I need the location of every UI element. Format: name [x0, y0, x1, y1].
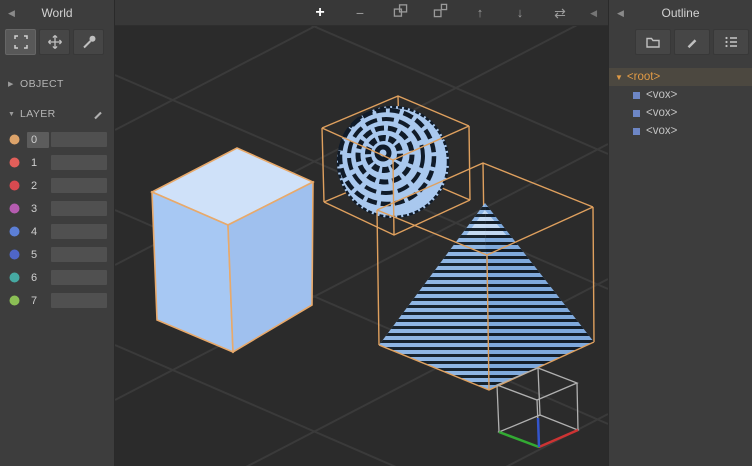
world-panel: ◀ World ▶ OBJECT ▼ LAYER 0 1 2 3 4 5 6 7: [0, 0, 115, 466]
layer-number: 5: [31, 248, 38, 261]
subtract-button[interactable]: −: [350, 0, 370, 26]
object-section-label: OBJECT: [20, 78, 64, 90]
outline-panel: ◀ Outline ▼ <root> <vox> <vox> <vox>: [608, 0, 752, 466]
layer-number: 2: [31, 179, 38, 192]
layer-color-dot: [9, 226, 20, 237]
outline-tree: ▼ <root> <vox> <vox> <vox>: [609, 68, 752, 140]
axis-x-line: [538, 428, 579, 449]
layer-section-label: LAYER: [20, 108, 56, 120]
layer-name-field[interactable]: [51, 293, 107, 308]
vox-bullet-icon: [633, 109, 640, 117]
layer-edit-pencil-icon[interactable]: [92, 108, 104, 120]
layer-collapse-triangle-icon: ▼: [8, 110, 16, 118]
layer-row-6[interactable]: 6: [0, 266, 114, 289]
pen-icon: [685, 35, 699, 49]
layer-color-dot: [9, 157, 20, 168]
layer-color-dot: [9, 249, 20, 260]
move-down-button[interactable]: ↓: [510, 0, 530, 26]
collapse-left-panel-icon[interactable]: ◀: [5, 0, 18, 26]
layer-color-dot: [9, 295, 20, 306]
object-collapse-triangle-icon: ▶: [8, 81, 14, 88]
root-node-label: <root>: [626, 71, 661, 83]
layer-row-3[interactable]: 3: [0, 197, 114, 220]
vox-node-label: <vox>: [646, 107, 678, 119]
new-folder-button[interactable]: [635, 29, 671, 55]
layer-name-field[interactable]: [51, 155, 107, 170]
layer-number: 7: [31, 294, 38, 307]
axis-y-line: [498, 430, 540, 449]
axis-z-line: [536, 417, 541, 448]
layer-section-header[interactable]: ▼ LAYER: [0, 104, 114, 124]
ungroup-icon: [433, 3, 447, 17]
group-icon: [393, 3, 407, 17]
add-button[interactable]: +: [310, 0, 330, 26]
layer-number: 6: [31, 271, 38, 284]
layer-color-dot: [9, 180, 20, 191]
world-toolbar: [0, 26, 114, 60]
layer-number: 4: [31, 225, 38, 238]
select-frame-tool-button[interactable]: [5, 29, 36, 55]
layer-list: 0 1 2 3 4 5 6 7: [0, 128, 114, 312]
app-window: ◀ World ▶ OBJECT ▼ LAYER 0 1 2 3 4 5 6 7…: [0, 0, 752, 466]
layer-color-dot: [9, 272, 20, 283]
outline-panel-header: ◀ Outline: [609, 0, 752, 26]
layer-color-dot: [9, 203, 20, 214]
vox-node-label: <vox>: [646, 125, 678, 137]
tree-item-vox-0[interactable]: <vox>: [609, 86, 752, 104]
layer-name-field[interactable]: [51, 270, 107, 285]
list-icon: [723, 34, 739, 50]
tree-item-vox-1[interactable]: <vox>: [609, 104, 752, 122]
layer-number: 1: [31, 156, 38, 169]
layer-name-field[interactable]: [51, 178, 107, 193]
outline-panel-title: Outline: [661, 6, 700, 20]
group-button[interactable]: [390, 0, 410, 26]
layer-color-dot: [9, 134, 20, 145]
vox-bullet-icon: [633, 127, 640, 135]
select-frame-icon: [13, 34, 29, 50]
cube-object[interactable]: [150, 147, 315, 354]
object-section-header[interactable]: ▶ OBJECT: [0, 74, 114, 94]
rename-button[interactable]: [674, 29, 710, 55]
ungroup-button[interactable]: [430, 0, 450, 26]
viewport-canvas[interactable]: [115, 0, 608, 466]
pyramid-object[interactable]: [379, 203, 594, 390]
viewport-toolbar: + − ↑ ↓ ⇄: [115, 0, 608, 26]
axis-gizmo[interactable]: [495, 367, 580, 449]
layer-number: 3: [31, 202, 38, 215]
layer-row-0[interactable]: 0: [0, 128, 114, 151]
tree-root-row[interactable]: ▼ <root>: [609, 68, 752, 86]
viewport-3d[interactable]: + − ↑ ↓ ⇄ ◀: [115, 0, 608, 466]
move-icon: [47, 34, 63, 50]
folder-icon: [645, 34, 661, 50]
layer-row-7[interactable]: 7: [0, 289, 114, 312]
outline-toolbar: [609, 26, 752, 60]
move-up-button[interactable]: ↑: [470, 0, 490, 26]
tree-item-vox-2[interactable]: <vox>: [609, 122, 752, 140]
pick-tool-button[interactable]: [73, 29, 104, 55]
vox-bullet-icon: [633, 91, 640, 99]
layer-row-2[interactable]: 2: [0, 174, 114, 197]
layer-name-field[interactable]: [51, 201, 107, 216]
swap-button[interactable]: ⇄: [550, 0, 570, 26]
layer-name-field[interactable]: [51, 132, 107, 147]
list-view-button[interactable]: [713, 29, 749, 55]
eyedropper-icon: [81, 34, 97, 50]
layer-row-1[interactable]: 1: [0, 151, 114, 174]
layer-name-field[interactable]: [51, 247, 107, 262]
collapse-right-panel-icon[interactable]: ◀: [587, 0, 600, 26]
vox-node-label: <vox>: [646, 89, 678, 101]
layer-row-5[interactable]: 5: [0, 243, 114, 266]
layer-name-field[interactable]: [51, 224, 107, 239]
collapse-outline-panel-icon[interactable]: ◀: [614, 0, 627, 26]
layer-number: 0: [27, 131, 49, 148]
move-tool-button[interactable]: [39, 29, 70, 55]
layer-row-4[interactable]: 4: [0, 220, 114, 243]
root-expand-triangle-icon: ▼: [615, 72, 623, 82]
world-panel-header: ◀ World: [0, 0, 114, 26]
